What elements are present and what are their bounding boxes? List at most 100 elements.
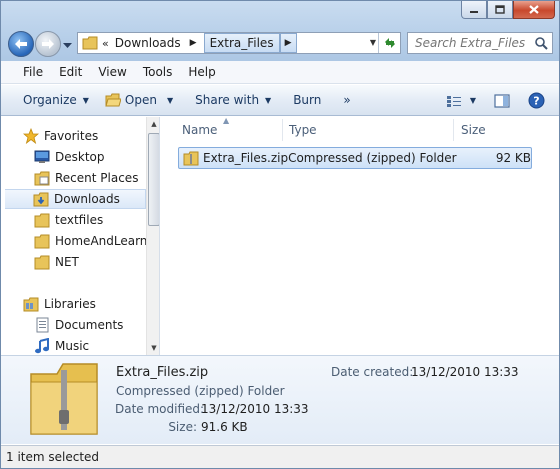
chevron-down-icon [63,42,72,48]
breadcrumb-overflow[interactable]: « [98,37,113,50]
nav-item-documents[interactable]: Documents [34,315,146,335]
details-filename: Extra_Files.zip [116,365,209,380]
recent-pages-dropdown[interactable] [63,41,72,50]
menu-tools[interactable]: Tools [135,65,181,79]
nav-item-net[interactable]: NET [34,252,146,272]
address-bar[interactable]: « Downloads ▶ Extra_Files ▶ ▼ [77,32,401,54]
nav-item-label: NET [55,255,79,269]
column-header-size[interactable]: Size [461,117,486,143]
file-list: Name ▲ Type Size Extra_Files.zip Compres… [161,116,559,355]
nav-item-music[interactable]: Music [34,336,146,355]
details-date-created: 13/12/2010 13:33 [411,365,519,379]
address-region: « Downloads ▶ Extra_Files ▶ ▼ [1,1,559,61]
maximize-button[interactable] [487,1,513,19]
zip-folder-large-icon [27,360,101,441]
scroll-thumb[interactable] [148,133,159,226]
file-row-selected[interactable]: Extra_Files.zip Compressed (zipped) Fold… [178,147,532,169]
scroll-up-icon[interactable]: ▲ [147,117,159,131]
forward-arrow-icon [42,39,54,49]
file-name: Extra_Files.zip [203,151,289,165]
search-box[interactable] [407,32,553,54]
share-with-button[interactable]: Share with ▼ [181,85,279,116]
nav-item-homeandlearn[interactable]: HomeAndLearn [34,231,148,251]
status-bar: 1 item selected [1,445,559,468]
view-controls: ▼ ? [440,85,551,116]
nav-item-downloads[interactable]: Downloads [5,189,146,209]
menu-edit[interactable]: Edit [51,65,90,79]
organize-label: Organize [23,93,77,107]
chevron-down-icon: ▼ [82,95,89,105]
documents-icon [34,317,50,333]
share-with-label: Share with [195,93,260,107]
explorer-window: « Downloads ▶ Extra_Files ▶ ▼ File Edit … [0,0,560,469]
preview-pane-button[interactable] [482,85,516,116]
close-button[interactable] [513,1,555,19]
help-button[interactable]: ? [516,85,551,116]
libraries-icon [23,296,39,312]
more-commands-button[interactable]: » [329,85,358,116]
details-date-modified-label: Date modified: [115,402,205,416]
navigation-pane: Favorites Desktop Recent Places Download… [1,117,160,355]
nav-item-label: Recent Places [55,171,139,185]
back-button[interactable] [8,31,34,57]
nav-item-desktop[interactable]: Desktop [34,147,146,167]
nav-item-label: Desktop [55,150,105,164]
nav-scrollbar[interactable]: ▲ ▼ [146,117,159,355]
zip-folder-icon [183,151,199,166]
refresh-button[interactable] [378,33,400,53]
column-divider[interactable] [453,119,454,141]
search-icon[interactable] [534,36,548,53]
folder-icon [82,36,98,50]
preview-pane-icon [494,93,510,108]
column-divider[interactable] [282,119,283,141]
column-name-label: Name [182,123,218,137]
details-type: Compressed (zipped) Folder [116,384,285,398]
recent-places-icon [34,170,50,186]
nav-item-label: textfiles [55,213,104,227]
scroll-down-icon[interactable]: ▼ [147,341,159,355]
refresh-icon [384,38,395,48]
open-button[interactable]: Open ▼ [97,85,181,116]
menu-help[interactable]: Help [180,65,223,79]
more-label: » [343,93,351,107]
folder-icon [34,233,50,249]
details-size-label: Size: [168,420,197,434]
details-pane: Extra_Files.zip Compressed (zipped) Fold… [1,355,559,444]
column-header-name[interactable]: Name [182,117,217,143]
breadcrumb-separator-icon[interactable]: ▶ [186,38,201,48]
breadcrumb-extra-files[interactable]: Extra_Files [203,33,280,53]
address-dropdown-icon[interactable]: ▼ [370,38,376,47]
svg-text:?: ? [533,95,539,108]
menu-bar: File Edit View Tools Help [1,61,559,84]
nav-libraries[interactable]: Libraries [23,294,146,314]
breadcrumb-downloads[interactable]: Downloads [113,33,186,53]
chevron-down-icon: ▼ [469,96,476,105]
libraries-label: Libraries [44,297,96,311]
nav-item-label: Downloads [54,192,120,206]
burn-button[interactable]: Burn [279,85,329,116]
search-input[interactable] [415,36,533,50]
breadcrumb-separator-icon[interactable]: ▶ [279,33,297,53]
chevron-down-icon: ▼ [166,95,174,105]
file-size: 92 KB [495,151,531,165]
folder-icon [34,254,50,270]
help-icon: ? [528,92,545,109]
sort-ascending-icon: ▲ [223,116,230,125]
column-header-type[interactable]: Type [289,117,317,143]
column-size-label: Size [461,123,486,137]
minimize-button[interactable] [461,1,487,19]
command-bar: Organize ▼ Open ▼ Share with ▼ Burn » ▼ [1,85,559,116]
folder-icon [34,212,50,228]
menu-view[interactable]: View [90,65,134,79]
column-type-label: Type [289,123,317,137]
nav-item-label: HomeAndLearn [55,234,148,248]
back-arrow-icon [15,39,27,49]
nav-item-textfiles[interactable]: textfiles [34,210,146,230]
nav-favorites[interactable]: Favorites [23,126,146,146]
chevron-down-icon: ▼ [265,95,272,105]
nav-item-recent-places[interactable]: Recent Places [34,168,146,188]
menu-file[interactable]: File [15,65,51,79]
organize-button[interactable]: Organize ▼ [15,85,97,116]
change-view-button[interactable]: ▼ [440,85,482,116]
forward-button[interactable] [35,31,61,57]
